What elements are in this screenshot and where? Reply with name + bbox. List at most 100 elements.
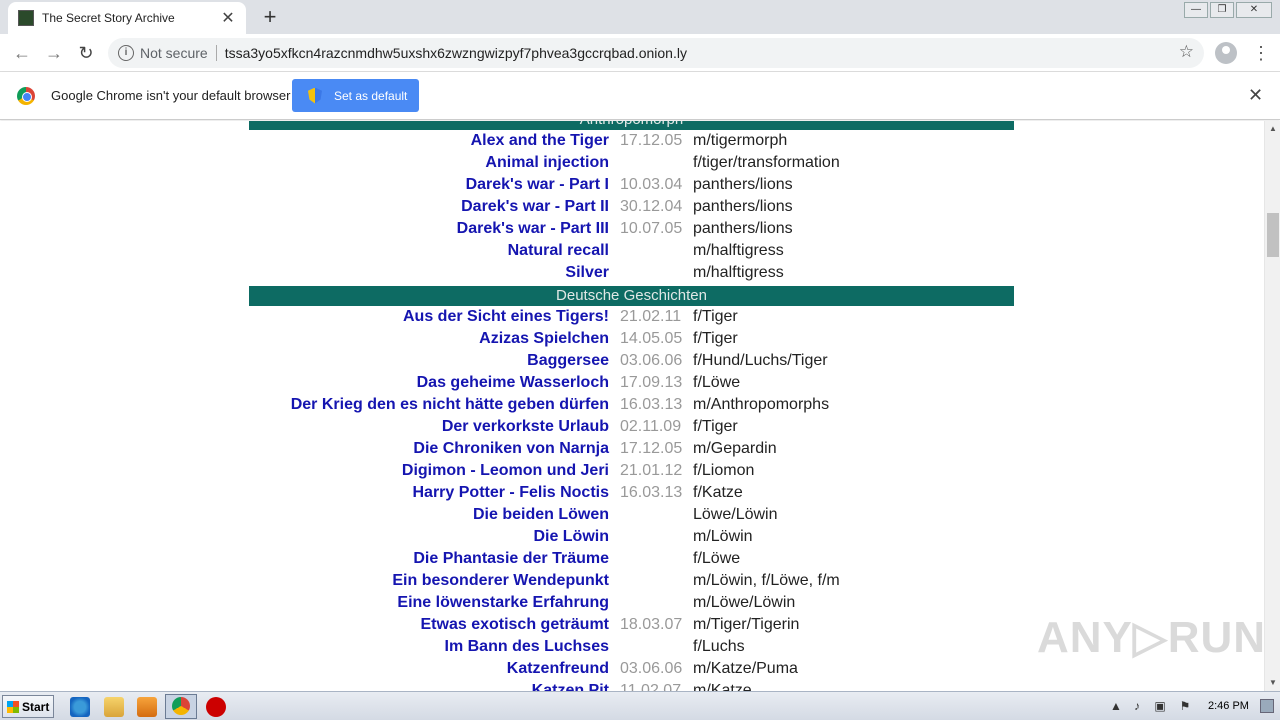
vertical-scrollbar[interactable]: ▲ ▼ <box>1264 121 1280 691</box>
story-row: Alex and the Tiger 17.12.05 m/tigermorph <box>249 132 1014 154</box>
browser-tab[interactable]: The Secret Story Archive ✕ <box>8 2 246 34</box>
story-row: Die Löwin m/Löwin <box>249 528 1014 550</box>
back-button[interactable]: ← <box>10 41 34 65</box>
story-tags: f/Tiger <box>693 308 738 325</box>
story-tags: m/halftigress <box>693 242 784 259</box>
network-icon[interactable]: ▣ <box>1153 699 1167 713</box>
story-title-link[interactable]: Animal injection <box>485 154 609 172</box>
story-title-link[interactable]: Darek's war - Part III <box>457 220 609 238</box>
infobar-close-icon[interactable]: ✕ <box>1248 85 1263 106</box>
url-text[interactable]: tssa3yo5xfkcn4razcnmdhw5uxshx6zwzngwizpy… <box>225 45 687 61</box>
bookmark-star-icon[interactable]: ☆ <box>1179 42 1194 62</box>
story-title-link[interactable]: Azizas Spielchen <box>479 330 609 348</box>
story-tags: panthers/lions <box>693 220 793 237</box>
story-row: Der verkorkste Urlaub 02.11.09 f/Tiger <box>249 418 1014 440</box>
story-title-link[interactable]: Die Chroniken von Narnja <box>413 440 609 458</box>
not-secure-label[interactable]: Not secure <box>140 45 217 61</box>
story-row: Etwas exotisch geträumt 18.03.07 m/Tiger/T… <box>249 616 1014 638</box>
new-tab-button[interactable]: + <box>258 5 282 29</box>
address-bar[interactable]: i Not secure tssa3yo5xfkcn4razcnmdhw5uxs… <box>108 38 1204 68</box>
story-tags: panthers/lions <box>693 176 793 193</box>
browser-menu-icon[interactable]: ⋮ <box>1252 42 1270 64</box>
story-title-link[interactable]: Eine löwenstarke Erfahrung <box>397 594 609 612</box>
minimize-window-icon[interactable]: — <box>1184 2 1208 18</box>
story-row: Animal injection f/tiger/transformation <box>249 154 1014 176</box>
story-row: Darek's war - Part I 10.03.04 panthers/lio… <box>249 176 1014 198</box>
site-favicon-icon <box>18 10 34 26</box>
chrome-taskbar-button[interactable] <box>165 694 197 719</box>
site-info-icon[interactable]: i <box>118 45 134 61</box>
story-date: 11.02.07 <box>620 682 682 691</box>
story-date: 21.01.12 <box>620 462 683 479</box>
action-center-flag-icon[interactable]: ⚑ <box>1178 699 1192 713</box>
set-as-default-button[interactable]: Set as default <box>292 79 419 112</box>
story-title-link[interactable]: Im Bann des Luchses <box>445 638 610 656</box>
story-title-link[interactable]: Harry Potter - Felis Noctis <box>413 484 610 502</box>
taskbar-clock[interactable]: 2:46 PM <box>1208 700 1249 712</box>
story-title-link[interactable]: Darek's war - Part I <box>466 176 609 194</box>
story-row: Im Bann des Luchses f/Luchs <box>249 638 1014 660</box>
story-row: Das geheime Wasserloch 17.09.13 f/Löwe <box>249 374 1014 396</box>
story-row: Ein besonderer Wendepunkt m/Löwin, f/Löwe… <box>249 572 1014 594</box>
story-row: Aus der Sicht eines Tigers! 21.02.11 f/Tig… <box>249 308 1014 330</box>
story-title-link[interactable]: Der Krieg den es nicht hätte geben dürfe… <box>291 396 609 414</box>
story-tags: m/Anthropomorphs <box>693 396 830 413</box>
show-desktop-icon[interactable] <box>1260 699 1274 713</box>
story-row: Eine löwenstarke Erfahrung m/Löwe/Löwin <box>249 594 1014 616</box>
story-row: Baggersee 03.06.06 f/Hund/Luchs/Tiger <box>249 352 1014 374</box>
stop-icon[interactable] <box>206 697 226 717</box>
story-tags: m/Tiger/Tigerin <box>693 616 800 633</box>
story-date: 17.12.05 <box>620 440 683 457</box>
story-title-link[interactable]: Aus der Sicht eines Tigers! <box>403 308 609 326</box>
story-title-link[interactable]: Die Löwin <box>533 528 609 546</box>
story-tags: m/Katze <box>693 682 752 691</box>
file-explorer-icon[interactable] <box>104 697 124 717</box>
story-tags: m/Katze/Puma <box>693 660 798 677</box>
start-button[interactable]: Start <box>2 695 54 718</box>
scroll-up-icon[interactable]: ▲ <box>1265 121 1280 137</box>
tab-close-icon[interactable]: ✕ <box>220 8 236 28</box>
story-title-link[interactable]: Baggersee <box>527 352 609 370</box>
media-player-icon[interactable] <box>137 697 157 717</box>
story-date: 14.05.05 <box>620 330 683 347</box>
story-title-link[interactable]: Etwas exotisch geträumt <box>421 616 610 634</box>
story-tags: f/Liomon <box>693 462 755 479</box>
profile-avatar-icon[interactable] <box>1215 42 1237 64</box>
story-row: Katzenfreund 03.06.06 m/Katze/Puma <box>249 660 1014 682</box>
story-title-link[interactable]: Die beiden Löwen <box>473 506 609 524</box>
internet-explorer-icon[interactable] <box>70 697 90 717</box>
story-title-link[interactable]: Darek's war - Part II <box>461 198 609 216</box>
scroll-down-icon[interactable]: ▼ <box>1265 675 1280 691</box>
story-date: 17.09.13 <box>620 374 683 391</box>
story-tags: f/Hund/Luchs/Tiger <box>693 352 828 369</box>
tray-expand-icon[interactable]: ▲ <box>1109 699 1123 713</box>
story-title-link[interactable]: Die Phantasie der Träume <box>413 550 609 568</box>
close-window-icon[interactable]: ✕ <box>1236 2 1272 18</box>
uac-shield-icon <box>308 87 322 104</box>
story-title-link[interactable]: Natural recall <box>508 242 609 260</box>
story-tags: m/Löwin, f/Löwe, f/m <box>693 572 840 589</box>
story-title-link[interactable]: Ein besonderer Wendepunkt <box>392 572 609 590</box>
story-title-link[interactable]: Silver <box>565 264 609 282</box>
story-title-link[interactable]: Katzenfreund <box>507 660 609 678</box>
story-tags: m/halftigress <box>693 264 784 281</box>
forward-button[interactable]: → <box>42 41 66 65</box>
story-title-link[interactable]: Alex and the Tiger <box>471 132 609 150</box>
reload-button[interactable]: ↻ <box>74 41 98 65</box>
volume-icon[interactable]: ♪ <box>1130 699 1144 713</box>
scroll-thumb[interactable] <box>1267 213 1279 257</box>
story-row: Katzen Pit 11.02.07 m/Katze <box>249 682 1014 691</box>
story-title-link[interactable]: Digimon - Leomon und Jeri <box>402 462 609 480</box>
section-heading: Anthropomorph <box>249 121 1014 130</box>
story-title-link[interactable]: Katzen Pit <box>532 682 609 691</box>
story-tags: f/Löwe <box>693 374 741 391</box>
story-title-link[interactable]: Der verkorkste Urlaub <box>442 418 609 436</box>
story-row: Natural recall m/halftigress <box>249 242 1014 264</box>
restore-window-icon[interactable]: ❐ <box>1210 2 1234 18</box>
story-row: Harry Potter - Felis Noctis 16.03.13 f/Kat… <box>249 484 1014 506</box>
story-title-link[interactable]: Das geheime Wasserloch <box>417 374 609 392</box>
story-date: 16.03.13 <box>620 484 683 501</box>
story-tags: f/Tiger <box>693 418 738 435</box>
story-row: Die beiden Löwen Löwe/Löwin <box>249 506 1014 528</box>
story-date: 16.03.13 <box>620 396 683 413</box>
